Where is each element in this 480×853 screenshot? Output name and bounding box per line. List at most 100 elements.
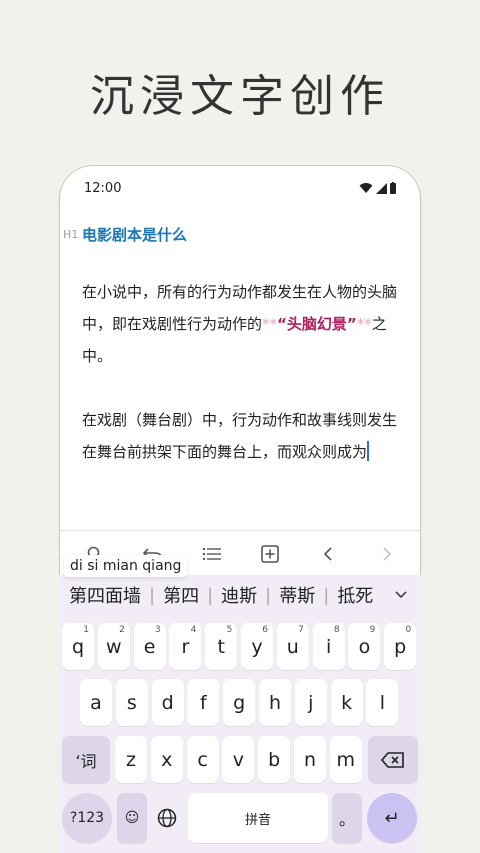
key-v[interactable]: v	[222, 736, 255, 783]
status-bar: 12:00	[60, 166, 420, 210]
key-p-hint: 0	[405, 625, 412, 635]
status-icons	[359, 182, 396, 194]
key-b-label: b	[268, 748, 281, 771]
key-d[interactable]: d	[151, 679, 184, 726]
candidate-divider: |	[265, 584, 272, 606]
symbols-key-label: ?123	[69, 810, 105, 826]
key-k[interactable]: k	[330, 679, 363, 726]
bold-phrase: “头脑幻景”	[277, 315, 357, 333]
space-key-label: 拼音	[244, 812, 271, 828]
key-h[interactable]: h	[259, 679, 291, 726]
heading-marker: H1	[63, 228, 79, 241]
key-j[interactable]: j	[294, 679, 327, 726]
bold-markup-close: **	[356, 315, 372, 333]
candidate-divider: |	[323, 584, 330, 606]
key-f[interactable]: f	[187, 679, 220, 726]
key-u[interactable]: u7	[276, 623, 309, 670]
key-r[interactable]: r4	[169, 623, 202, 670]
paragraph-1[interactable]: 在小说中，所有的行为动作都发生在人物的头脑中，即在戏剧性行为动作的**“头脑幻景…	[82, 276, 398, 372]
key-n-label: n	[303, 748, 317, 771]
candidate-1[interactable]: 第四面墙	[69, 582, 149, 608]
ime-keyboard: 第四面墙 | 第四 | 迪斯 | 蒂斯 | 抵死 q1w2e3r4t5y6u7i…	[59, 575, 421, 853]
key-q-hint: 1	[83, 625, 89, 635]
key-t[interactable]: t5	[205, 623, 238, 670]
paragraph-2[interactable]: 在戏剧（舞台剧）中，行为动作和故事线则发生在舞台前拱架下面的舞台上，而观众则成为	[82, 404, 398, 468]
key-o-label: o	[358, 635, 371, 658]
key-l-label: l	[379, 691, 386, 714]
document-heading[interactable]: 电影剧本是什么	[82, 210, 398, 246]
key-p[interactable]: p0	[384, 623, 417, 670]
key-u-hint: 7	[298, 625, 304, 635]
bold-markup-open: **	[262, 315, 278, 333]
key-q-label: q	[71, 635, 85, 658]
emoji-comma-key[interactable]: ☺	[117, 793, 147, 843]
key-j-label: j	[308, 691, 314, 714]
chevron-left-icon[interactable]	[313, 539, 343, 569]
candidate-divider: |	[207, 584, 214, 606]
key-z-label: z	[126, 748, 136, 771]
key-y[interactable]: y6	[241, 623, 273, 670]
key-w[interactable]: w2	[97, 623, 130, 670]
key-o[interactable]: o9	[348, 623, 381, 670]
chevron-down-icon[interactable]	[395, 587, 417, 603]
key-h-label: h	[268, 691, 282, 714]
candidate-5[interactable]: 抵死	[337, 582, 381, 608]
editor-area[interactable]: H1 电影剧本是什么 在小说中，所有的行为动作都发生在人物的头脑中，即在戏剧性行…	[60, 210, 420, 468]
key-a[interactable]: a	[80, 679, 112, 726]
status-time: 12:00	[84, 180, 122, 196]
symbols-key[interactable]: ?123	[62, 793, 112, 843]
battery-icon	[390, 182, 396, 194]
period-key[interactable]: 。	[332, 793, 362, 843]
key-z[interactable]: z	[115, 736, 147, 783]
key-o-hint: 9	[369, 625, 376, 635]
key-w-hint: 2	[119, 625, 125, 635]
paragraph-2-text: 在戏剧（舞台剧）中，行为动作和故事线则发生在舞台前拱架下面的舞台上，而观众则成为	[82, 411, 398, 461]
key-l[interactable]: l	[366, 679, 399, 726]
key-y-label: y	[251, 635, 263, 658]
key-c[interactable]: c	[186, 736, 219, 783]
signal-icon	[376, 182, 387, 194]
candidate-3[interactable]: 迪斯	[221, 582, 265, 608]
key-g-label: g	[233, 691, 246, 714]
key-i-label: i	[325, 635, 332, 658]
backspace-icon	[381, 751, 404, 768]
key-x[interactable]: x	[150, 736, 183, 783]
key-g[interactable]: g	[223, 679, 256, 726]
enter-key-label: ↵	[384, 807, 400, 829]
candidate-4[interactable]: 蒂斯	[279, 582, 323, 608]
key-m-label: m	[336, 748, 356, 771]
key-y-hint: 6	[262, 625, 268, 635]
candidate-divider: |	[149, 584, 156, 606]
globe-icon	[157, 808, 177, 828]
shift-key[interactable]: ʻ词	[62, 736, 110, 783]
key-e-hint: 3	[154, 625, 161, 635]
key-s[interactable]: s	[115, 679, 148, 726]
add-box-icon[interactable]	[255, 539, 285, 569]
key-k-label: k	[341, 691, 353, 714]
key-v-label: v	[232, 748, 245, 771]
emoji-comma-key-label: ☺	[124, 810, 140, 826]
key-x-label: x	[161, 748, 173, 771]
candidate-2[interactable]: 第四	[163, 582, 207, 608]
globe-key[interactable]	[150, 793, 184, 843]
key-s-label: s	[126, 691, 137, 714]
chevron-right-icon[interactable]	[372, 539, 402, 569]
enter-key[interactable]: ↵	[367, 793, 417, 843]
key-t-label: t	[217, 635, 225, 658]
key-i[interactable]: i8	[312, 623, 345, 670]
list-icon[interactable]	[197, 539, 227, 569]
key-m[interactable]: m	[329, 736, 362, 783]
key-i-hint: 8	[333, 625, 340, 635]
headline: 沉浸文字创作	[90, 71, 390, 122]
key-b[interactable]: b	[258, 736, 291, 783]
candidate-bar: 第四面墙 | 第四 | 迪斯 | 蒂斯 | 抵死	[59, 575, 421, 615]
key-w-label: w	[106, 635, 122, 658]
backspace-key[interactable]	[368, 736, 418, 783]
key-n[interactable]: n	[294, 736, 326, 783]
key-p-label: p	[394, 635, 407, 658]
key-q[interactable]: q1	[62, 623, 94, 670]
key-c-label: c	[197, 748, 208, 771]
space-key[interactable]: 拼音	[188, 793, 328, 843]
key-t-hint: 5	[226, 625, 233, 635]
key-e[interactable]: e3	[133, 623, 166, 670]
